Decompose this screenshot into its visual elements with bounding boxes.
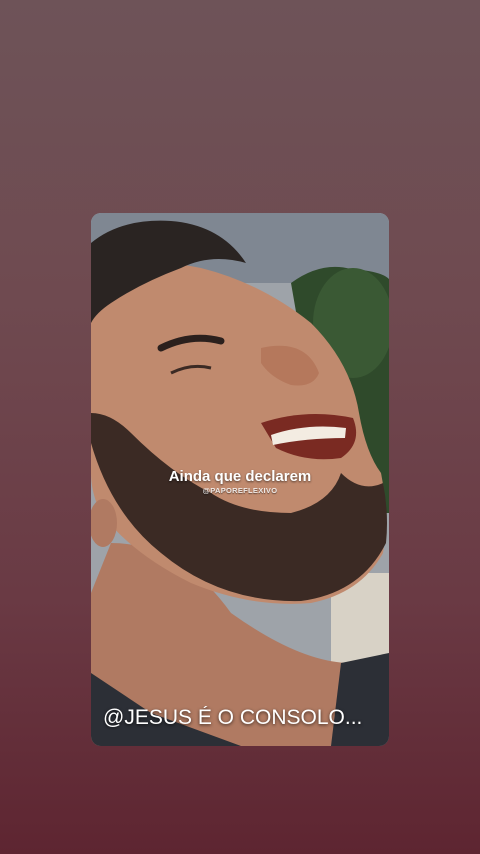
story-video-card[interactable]: Ainda que declarem @PAPOREFLEXIVO @JESUS…: [91, 213, 389, 746]
story-footer-text: @JESUS É O CONSOLO...: [103, 706, 363, 729]
story-caption: Ainda que declarem: [168, 468, 312, 485]
credit-handle: @PAPOREFLEXIVO: [202, 486, 278, 495]
